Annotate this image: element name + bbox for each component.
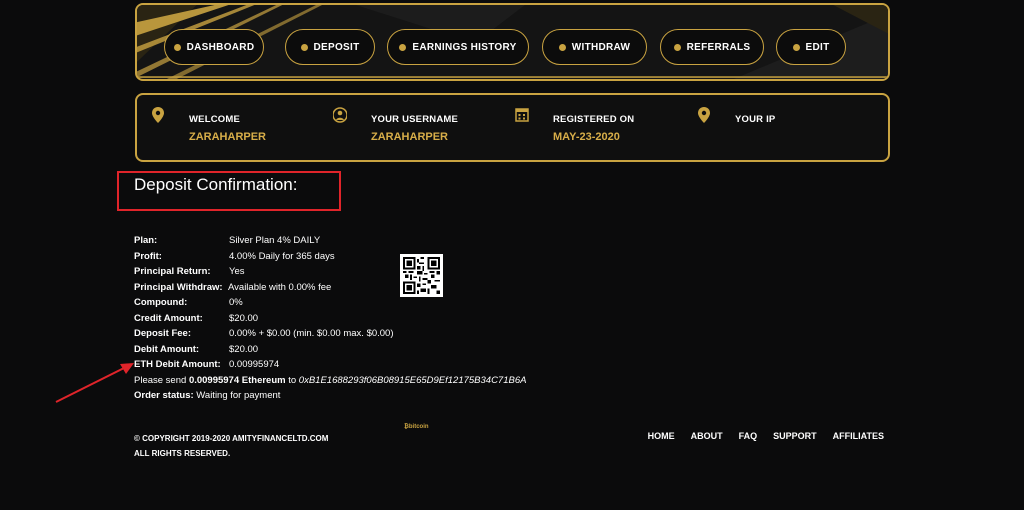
detail-row-compound: Compound: 0% bbox=[134, 295, 526, 311]
order-status-key: Order status: bbox=[134, 390, 194, 401]
welcome-label: WELCOME bbox=[189, 114, 241, 125]
account-info-panel: WELCOME ZARAHARPER YOUR USERNAME ZARAHAR… bbox=[135, 93, 890, 162]
username-label: YOUR USERNAME bbox=[371, 114, 459, 125]
footer-link-support[interactable]: SUPPORT bbox=[773, 431, 817, 441]
detail-row-debit-amount: Debit Amount: $20.00 bbox=[134, 342, 526, 358]
nav-edit-button[interactable]: EDIT bbox=[776, 29, 846, 65]
detail-value: Yes bbox=[229, 266, 245, 277]
detail-row-eth-debit-amount: ETH Debit Amount: 0.00995974 bbox=[134, 357, 526, 373]
dashboard-icon bbox=[173, 43, 181, 51]
deposit-details: Plan: Silver Plan 4% DAILY Profit: 4.00%… bbox=[134, 233, 526, 404]
detail-row-credit-amount: Credit Amount: $20.00 bbox=[134, 311, 526, 327]
detail-key: Debit Amount: bbox=[134, 343, 200, 355]
detail-value: Silver Plan 4% DAILY bbox=[229, 235, 321, 246]
detail-value: 0.00995974 bbox=[229, 359, 280, 370]
nav-referrals-button[interactable]: REFERRALS bbox=[660, 29, 764, 65]
footer-link-faq[interactable]: FAQ bbox=[739, 431, 758, 441]
copyright-text: © COPYRIGHT 2019-2020 AMITYFINANCELTD.CO… bbox=[134, 431, 328, 461]
detail-value: $20.00 bbox=[229, 343, 259, 355]
footer-nav: HOME ABOUT FAQ SUPPORT AFFILIATES bbox=[648, 431, 884, 441]
footer-link-about[interactable]: ABOUT bbox=[691, 431, 723, 441]
nav-withdraw-button[interactable]: WITHDRAW bbox=[542, 29, 647, 65]
detail-row-profit: Profit: 4.00% Daily for 365 days bbox=[134, 249, 526, 265]
payment-qr-code bbox=[400, 254, 443, 297]
copyright-line: © COPYRIGHT 2019-2020 AMITYFINANCELTD.CO… bbox=[134, 434, 329, 443]
detail-row-principal-withdraw: Principal Withdraw: Available with 0.00%… bbox=[134, 280, 526, 296]
detail-value: 0% bbox=[229, 297, 243, 308]
send-to: to bbox=[285, 374, 299, 386]
detail-key: ETH Debit Amount: bbox=[134, 359, 221, 370]
detail-key: Plan: bbox=[134, 235, 158, 246]
location-pin-icon bbox=[152, 107, 164, 123]
detail-value: 4.00% Daily for 365 days bbox=[229, 250, 335, 262]
nav-dashboard-button[interactable]: DASHBOARD bbox=[164, 29, 264, 65]
calendar-icon bbox=[515, 108, 529, 122]
earnings-icon bbox=[399, 43, 407, 51]
nav-dashboard-label: DASHBOARD bbox=[186, 41, 255, 53]
nav-edit-label: EDIT bbox=[805, 41, 830, 53]
detail-row-deposit-fee: Deposit Fee: 0.00% + $0.00 (min. $0.00 m… bbox=[134, 326, 526, 342]
bitcoin-logo: ₿bitcoin bbox=[404, 424, 429, 430]
annotation-arrow bbox=[55, 363, 134, 403]
nav-withdraw-label: WITHDRAW bbox=[571, 41, 631, 53]
detail-key: Compound: bbox=[134, 297, 188, 308]
nav-deposit-button[interactable]: DEPOSIT bbox=[285, 29, 375, 65]
order-status-row: Order status: Waiting for payment bbox=[134, 388, 526, 404]
nav-deposit-label: DEPOSIT bbox=[313, 41, 360, 53]
detail-key: Principal Withdraw: bbox=[134, 281, 223, 293]
qr-code-image bbox=[403, 257, 440, 294]
nav-earnings-history-label: EARNINGS HISTORY bbox=[412, 41, 517, 53]
gear-icon bbox=[792, 43, 800, 51]
detail-value: $20.00 bbox=[229, 312, 259, 324]
detail-value: 0.00% + $0.00 (min. $0.00 max. $0.00) bbox=[229, 328, 394, 339]
nav-earnings-history-button[interactable]: EARNINGS HISTORY bbox=[387, 29, 529, 65]
page-title: Deposit Confirmation: bbox=[134, 175, 298, 194]
payment-instruction: Please send 0.00995974 Ethereum to 0xB1E… bbox=[134, 373, 526, 389]
nav-banner: DASHBOARD DEPOSIT EARNINGS HISTORY WITHD… bbox=[135, 3, 890, 81]
detail-key: Credit Amount: bbox=[134, 312, 203, 324]
deposit-icon bbox=[300, 43, 308, 51]
footer-link-affiliates[interactable]: AFFILIATES bbox=[833, 431, 884, 441]
ip-label: YOUR IP bbox=[735, 114, 776, 125]
footer-link-home[interactable]: HOME bbox=[648, 431, 675, 441]
send-amount: 0.00995974 Ethereum bbox=[188, 374, 286, 386]
bitcoin-logo-text: bitcoin bbox=[408, 424, 429, 430]
detail-key: Deposit Fee: bbox=[134, 328, 192, 339]
detail-value: Available with 0.00% fee bbox=[228, 281, 332, 293]
nav-referrals-label: REFERRALS bbox=[686, 41, 751, 53]
welcome-value: ZARAHARPER bbox=[189, 131, 266, 143]
registered-value: MAY-23-2020 bbox=[553, 131, 620, 143]
detail-key: Profit: bbox=[134, 250, 162, 262]
username-value: ZARAHARPER bbox=[371, 131, 448, 143]
ip-location-icon bbox=[698, 107, 710, 123]
rights-reserved: ALL RIGHTS RESERVED. bbox=[134, 449, 231, 458]
referrals-icon bbox=[673, 43, 681, 51]
detail-key: Principal Return: bbox=[134, 266, 211, 277]
order-status-value: Waiting for payment bbox=[196, 390, 281, 401]
detail-row-principal-return: Principal Return: Yes bbox=[134, 264, 526, 280]
registered-label: REGISTERED ON bbox=[553, 114, 635, 125]
wallet-icon bbox=[558, 43, 566, 51]
user-icon bbox=[333, 107, 347, 123]
detail-row-plan: Plan: Silver Plan 4% DAILY bbox=[134, 233, 526, 249]
eth-address[interactable]: 0xB1E1688293f06B08915E65D9Ef12175B34C71B… bbox=[299, 375, 527, 386]
send-prefix: Please send bbox=[134, 374, 189, 386]
